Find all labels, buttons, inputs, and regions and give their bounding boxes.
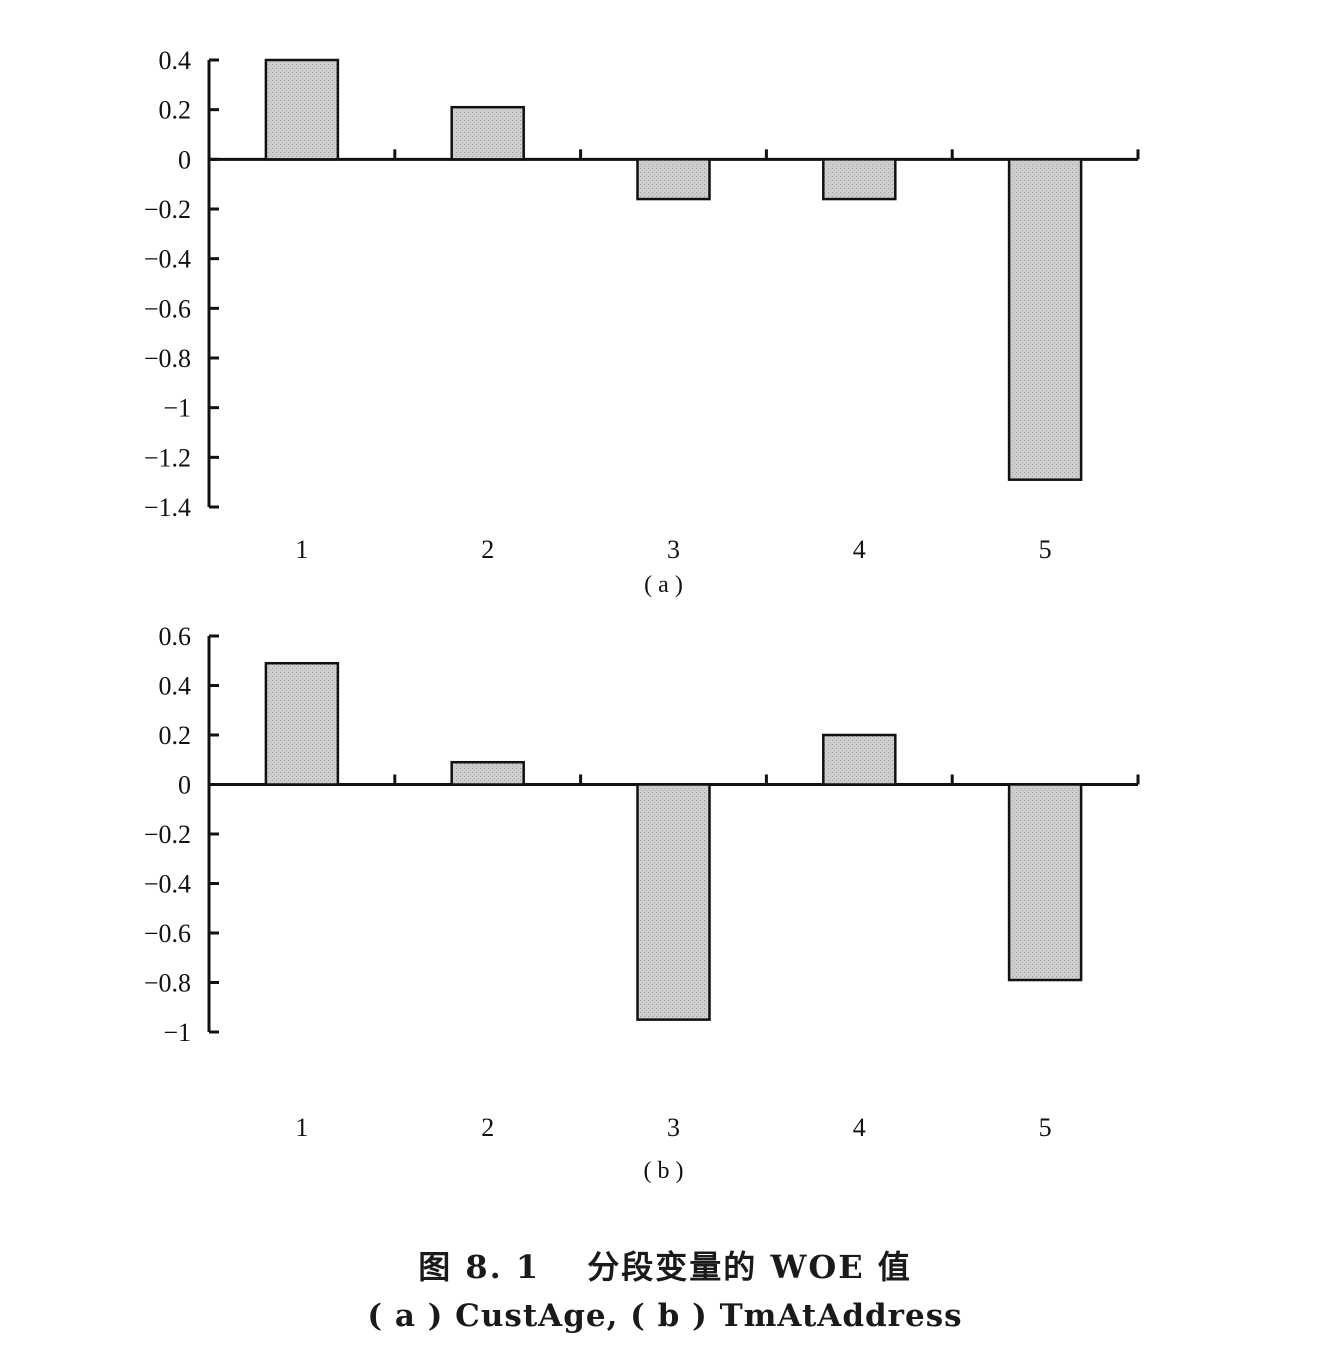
y-tick-label: 0.4 — [159, 46, 192, 75]
y-tick-label: −0.8 — [144, 344, 191, 373]
bar-5 — [1007, 158, 1083, 481]
x-tick-label: 5 — [1039, 535, 1052, 564]
x-tick-label: 4 — [853, 535, 866, 564]
x-tick-label: 1 — [295, 535, 308, 564]
bar-4 — [822, 733, 897, 786]
bar-1 — [264, 661, 340, 786]
y-tick-label: 0 — [178, 145, 191, 174]
x-tick-label: 1 — [295, 1113, 308, 1142]
y-tick-label: −0.6 — [144, 919, 191, 948]
panel-label: ( b ) — [644, 1158, 684, 1184]
y-tick-label: −1 — [163, 1018, 191, 1047]
bar-5 — [1007, 783, 1083, 982]
y-tick-label: 0.2 — [159, 96, 192, 125]
y-tick-label: −1.2 — [144, 443, 191, 472]
y-tick-label: −0.4 — [144, 870, 191, 899]
y-tick-label: −0.2 — [144, 195, 191, 224]
bar-4 — [822, 158, 897, 201]
chart-a: 0.4 0.2 0 −0.2 −0.4 −0.6 −0.8 −1 −1.2 −1.4 1 2 3 4 5 ( … — [144, 46, 1140, 598]
x-tick-label: 2 — [481, 1113, 494, 1142]
x-tick-label: 3 — [667, 535, 680, 564]
y-tick-label: −0.2 — [144, 820, 191, 849]
x-tick-label: 4 — [853, 1113, 866, 1142]
panel-label: ( a ) — [644, 572, 683, 598]
x-tick-label: 2 — [481, 535, 494, 564]
y-tick-label: −0.6 — [144, 294, 191, 323]
bar-2 — [450, 760, 525, 786]
y-tick-label: 0.2 — [159, 721, 192, 750]
y-tick-label: −0.4 — [144, 245, 191, 274]
y-tick-label: 0 — [178, 771, 191, 800]
y-tick-label: 0.6 — [159, 622, 192, 651]
chart-b: 0.6 0.4 0.2 0 −0.2 −0.4 −0.6 −0.8 −1 1 2 3 4 5 ( b ) — [144, 622, 1140, 1184]
x-tick-label: 5 — [1039, 1113, 1052, 1142]
figure-caption-title: 图 8. 1 分段变量的 WOE 值 — [418, 1248, 912, 1286]
bar-2 — [450, 105, 525, 161]
bar-3 — [636, 783, 711, 1021]
x-tick-label: 3 — [667, 1113, 680, 1142]
bar-3 — [636, 158, 711, 201]
y-tick-label: −1 — [163, 394, 191, 423]
bar-1 — [264, 58, 340, 161]
figure-caption-subtitle: ( a ) CustAge, ( b ) TmAtAddress — [367, 1298, 963, 1334]
y-tick-label: −1.4 — [144, 493, 191, 522]
y-tick-label: −0.8 — [144, 969, 191, 998]
y-tick-label: 0.4 — [159, 672, 192, 701]
